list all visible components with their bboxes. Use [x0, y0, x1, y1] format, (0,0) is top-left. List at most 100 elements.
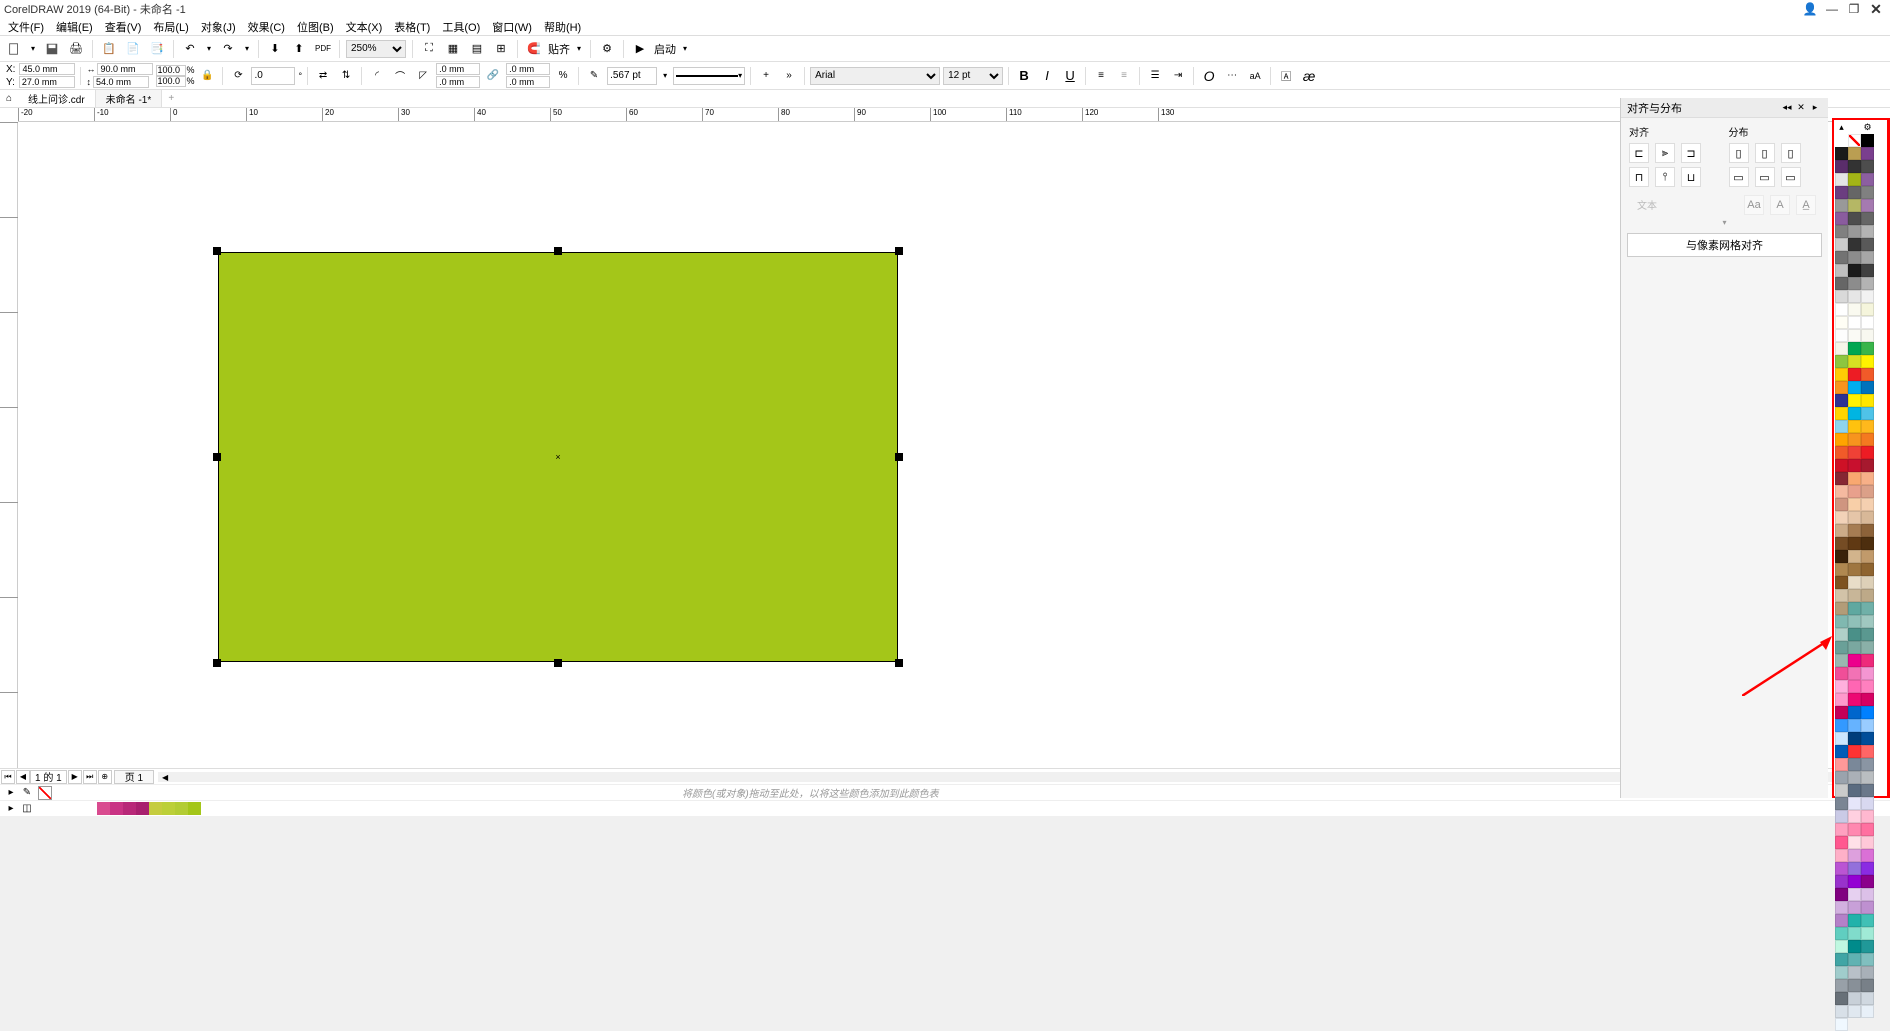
color-swatch[interactable]	[1848, 225, 1861, 238]
align-right-button[interactable]: ⊐	[1681, 143, 1701, 163]
color-swatch[interactable]	[1861, 368, 1874, 381]
color-swatch[interactable]	[1835, 628, 1848, 641]
corner-tl-input[interactable]	[436, 63, 480, 75]
options-button[interactable]: ⚙	[597, 39, 617, 59]
color-swatch[interactable]	[1835, 511, 1848, 524]
corner-br-input[interactable]	[506, 76, 550, 88]
menu-table[interactable]: 表格(T)	[388, 19, 436, 35]
color-swatch[interactable]	[1861, 888, 1874, 901]
color-swatch[interactable]	[1861, 914, 1874, 927]
color-swatch[interactable]	[1861, 342, 1874, 355]
color-swatch[interactable]	[1835, 381, 1848, 394]
height-input[interactable]	[93, 76, 149, 88]
color-swatch[interactable]	[1861, 355, 1874, 368]
docker-expand-toggle[interactable]: ▾	[1621, 217, 1828, 227]
corner-scallop-button[interactable]: ⌒	[390, 66, 410, 86]
color-swatch[interactable]	[1848, 160, 1861, 173]
handle-bl[interactable]	[213, 659, 221, 667]
color-swatch[interactable]	[1861, 511, 1874, 524]
palette-swatch[interactable]	[123, 802, 136, 815]
color-swatch[interactable]	[1861, 576, 1874, 589]
align-center-button[interactable]: ≡	[1114, 66, 1134, 86]
color-swatch[interactable]	[1861, 758, 1874, 771]
color-swatch[interactable]	[1848, 758, 1861, 771]
color-swatch[interactable]	[1848, 602, 1861, 615]
undo-dropdown[interactable]: ▾	[204, 44, 214, 53]
color-swatch[interactable]	[1848, 342, 1861, 355]
page-last-button[interactable]: ⏭	[83, 770, 97, 784]
menu-text[interactable]: 文本(X)	[340, 19, 389, 35]
color-swatch[interactable]	[1848, 251, 1861, 264]
color-swatch[interactable]	[1835, 719, 1848, 732]
color-swatch[interactable]	[1848, 186, 1861, 199]
guides-button[interactable]: ⊞	[491, 39, 511, 59]
color-swatch[interactable]	[1848, 784, 1861, 797]
handle-r[interactable]	[895, 453, 903, 461]
handle-tl[interactable]	[213, 247, 221, 255]
color-swatch[interactable]	[1848, 914, 1861, 927]
color-swatch[interactable]	[1835, 420, 1848, 433]
color-swatch[interactable]	[1835, 849, 1848, 862]
palette-swatch[interactable]	[175, 802, 188, 815]
color-swatch[interactable]	[1848, 992, 1861, 1005]
indent-button[interactable]: ⇥	[1168, 66, 1188, 86]
align-bottom-button[interactable]: ⊔	[1681, 167, 1701, 187]
color-swatch[interactable]	[1861, 589, 1874, 602]
color-swatch[interactable]	[1848, 576, 1861, 589]
align-top-button[interactable]: ⊓	[1629, 167, 1649, 187]
color-swatch[interactable]	[1861, 303, 1874, 316]
color-swatch[interactable]	[1848, 836, 1861, 849]
page-prev-button[interactable]: ◀	[16, 770, 30, 784]
align-left-button[interactable]: ⊏	[1629, 143, 1649, 163]
color-swatch[interactable]	[1835, 602, 1848, 615]
align-left-button[interactable]: ≡	[1091, 66, 1111, 86]
color-swatch[interactable]	[1848, 433, 1861, 446]
color-swatch[interactable]	[1835, 524, 1848, 537]
color-swatch[interactable]	[1848, 147, 1861, 160]
color-swatch[interactable]	[1848, 290, 1861, 303]
color-swatch[interactable]	[1835, 550, 1848, 563]
snap-dropdown[interactable]: ▾	[574, 44, 584, 53]
handle-l[interactable]	[213, 453, 221, 461]
color-swatch[interactable]	[1835, 862, 1848, 875]
color-swatch[interactable]	[1861, 524, 1874, 537]
color-swatch[interactable]	[1848, 264, 1861, 277]
fullscreen-button[interactable]: ⛶	[419, 39, 439, 59]
color-swatch[interactable]	[1848, 810, 1861, 823]
color-swatch[interactable]	[1835, 186, 1848, 199]
user-icon[interactable]: 👤	[1800, 1, 1820, 17]
menu-file[interactable]: 文件(F)	[2, 19, 50, 35]
color-swatch[interactable]	[1835, 290, 1848, 303]
color-swatch[interactable]	[1861, 680, 1874, 693]
color-swatch[interactable]	[1835, 758, 1848, 771]
list-button[interactable]: ☰	[1145, 66, 1165, 86]
color-swatch[interactable]	[1835, 667, 1848, 680]
clipboard-button[interactable]: 📑	[147, 39, 167, 59]
launch-icon[interactable]: ▶	[630, 39, 650, 59]
rotation-input[interactable]	[251, 67, 295, 85]
color-swatch[interactable]	[1861, 953, 1874, 966]
color-swatch[interactable]	[1848, 641, 1861, 654]
color-swatch[interactable]	[1861, 706, 1874, 719]
color-swatch[interactable]	[1835, 498, 1848, 511]
palette-swatch[interactable]	[97, 802, 110, 815]
color-swatch[interactable]	[1848, 966, 1861, 979]
color-swatch[interactable]	[1835, 771, 1848, 784]
handle-b[interactable]	[554, 659, 562, 667]
color-swatch[interactable]	[1861, 641, 1874, 654]
dist-center-v-button[interactable]: ▭	[1755, 167, 1775, 187]
color-swatch[interactable]	[1861, 420, 1874, 433]
new-button[interactable]	[4, 39, 24, 59]
color-swatch[interactable]	[1835, 316, 1848, 329]
color-swatch[interactable]	[1848, 797, 1861, 810]
color-swatch[interactable]	[1848, 524, 1861, 537]
color-swatch[interactable]	[1861, 290, 1874, 303]
color-swatch[interactable]	[1848, 329, 1861, 342]
color-swatch[interactable]	[1848, 472, 1861, 485]
text-options-button[interactable]: ⋯	[1222, 66, 1242, 86]
snap-icon[interactable]: 🧲	[524, 39, 544, 59]
horizontal-ruler[interactable]: -20-100102030405060708090100110120130	[18, 108, 1890, 122]
color-swatch[interactable]	[1848, 199, 1861, 212]
color-swatch[interactable]	[1848, 979, 1861, 992]
color-swatch[interactable]	[1835, 615, 1848, 628]
